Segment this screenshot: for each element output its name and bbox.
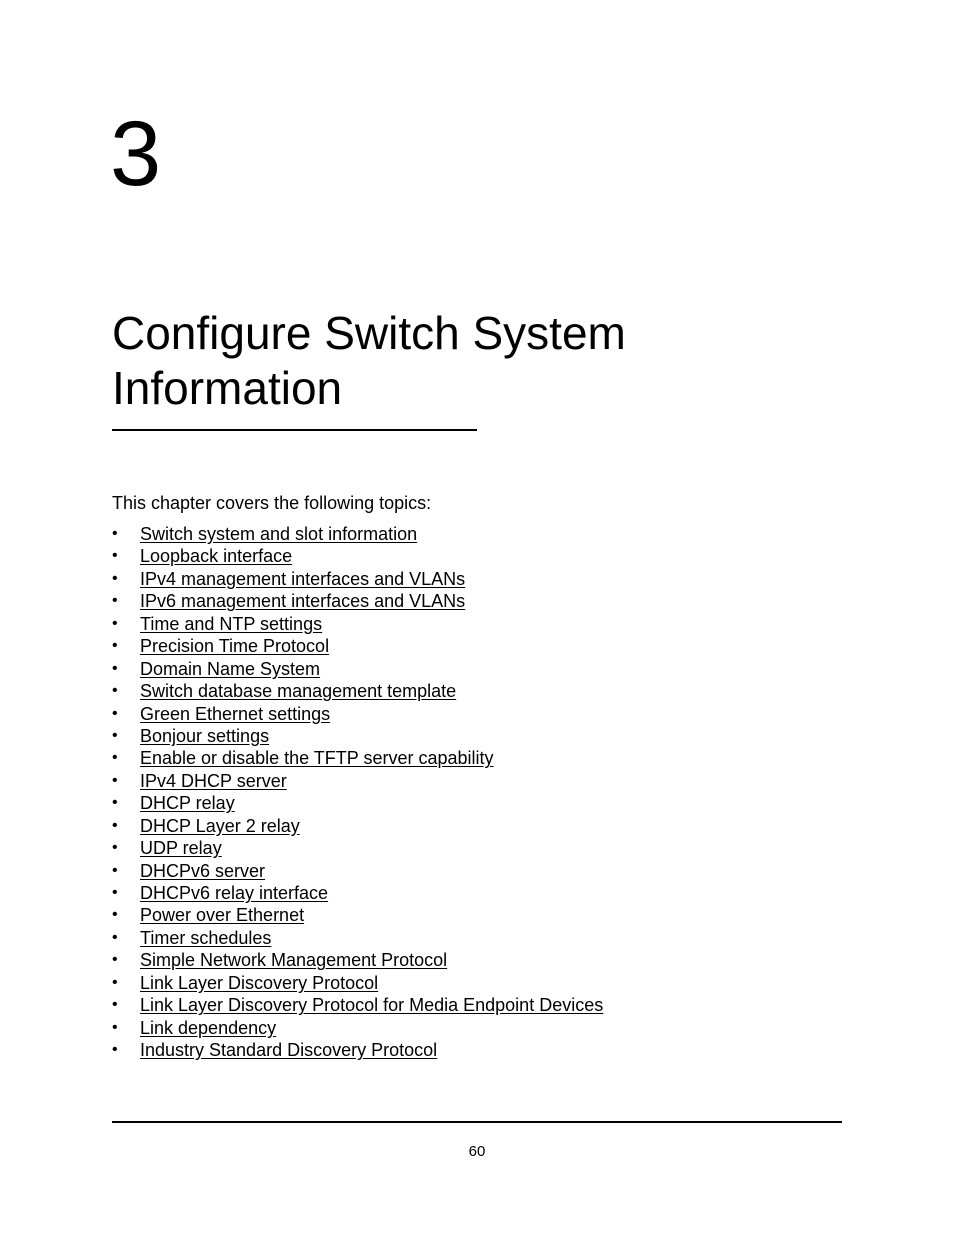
topic-link-poe[interactable]: Power over Ethernet [140, 905, 304, 925]
topic-item: • IPv4 DHCP server [112, 770, 603, 792]
topic-item: • Domain Name System [112, 658, 603, 680]
topic-link-timer-schedules[interactable]: Timer schedules [140, 928, 271, 948]
topic-link-loopback-interface[interactable]: Loopback interface [140, 546, 292, 566]
topic-item: • DHCPv6 relay interface [112, 882, 603, 904]
bullet-icon: • [112, 614, 118, 632]
topic-link-ipv4-dhcp-server[interactable]: IPv4 DHCP server [140, 771, 287, 791]
topic-link-dns[interactable]: Domain Name System [140, 659, 320, 679]
topic-link-ipv6-management[interactable]: IPv6 management interfaces and VLANs [140, 591, 465, 611]
topic-link-dhcp-l2-relay[interactable]: DHCP Layer 2 relay [140, 816, 300, 836]
topic-link-sdm-template[interactable]: Switch database management template [140, 681, 456, 701]
topic-link-lldp-med[interactable]: Link Layer Discovery Protocol for Media … [140, 995, 603, 1015]
topic-link-link-dependency[interactable]: Link dependency [140, 1018, 276, 1038]
topic-item: • Link Layer Discovery Protocol for Media… [112, 994, 603, 1016]
topic-list: • Switch system and slot information • Loo… [112, 523, 603, 1062]
topic-link-dhcp-relay[interactable]: DHCP relay [140, 793, 235, 813]
title-divider [112, 429, 477, 431]
bullet-icon: • [112, 1041, 118, 1059]
topic-link-ipv4-management[interactable]: IPv4 management interfaces and VLANs [140, 569, 465, 589]
bullet-icon: • [112, 928, 118, 946]
topic-link-time-ntp[interactable]: Time and NTP settings [140, 614, 322, 634]
bullet-icon: • [112, 861, 118, 879]
topic-link-green-ethernet[interactable]: Green Ethernet settings [140, 704, 330, 724]
bullet-icon: • [112, 973, 118, 991]
topic-item: • Link Layer Discovery Protocol [112, 972, 603, 994]
topic-link-tftp-server[interactable]: Enable or disable the TFTP server capabi… [140, 748, 494, 768]
bullet-icon: • [112, 547, 118, 565]
bullet-icon: • [112, 816, 118, 834]
bullet-icon: • [112, 569, 118, 587]
footer-divider [112, 1121, 842, 1123]
bullet-icon: • [112, 637, 118, 655]
bullet-icon: • [112, 771, 118, 789]
topic-item: • DHCPv6 server [112, 860, 603, 882]
bullet-icon: • [112, 659, 118, 677]
topic-item: • Link dependency [112, 1017, 603, 1039]
bullet-icon: • [112, 726, 118, 744]
topic-link-isdp[interactable]: Industry Standard Discovery Protocol [140, 1040, 437, 1060]
chapter-title: Configure Switch System Information [112, 307, 626, 414]
topic-item: • Power over Ethernet [112, 904, 603, 926]
bullet-icon: • [112, 906, 118, 924]
topic-item: • Bonjour settings [112, 725, 603, 747]
bullet-icon: • [112, 996, 118, 1014]
bullet-icon: • [112, 1018, 118, 1036]
topic-item: • DHCP relay [112, 792, 603, 814]
bullet-icon: • [112, 525, 118, 542]
topic-item: • Precision Time Protocol [112, 635, 603, 657]
topic-link-bonjour[interactable]: Bonjour settings [140, 726, 269, 746]
topic-link-snmp[interactable]: Simple Network Management Protocol [140, 950, 447, 970]
topic-link-dhcpv6-server[interactable]: DHCPv6 server [140, 861, 265, 881]
topic-link-lldp[interactable]: Link Layer Discovery Protocol [140, 973, 378, 993]
topic-item: • Simple Network Management Protocol [112, 949, 603, 971]
topic-link-switch-system-slot[interactable]: Switch system and slot information [140, 524, 417, 544]
bullet-icon: • [112, 682, 118, 700]
topic-link-ptp[interactable]: Precision Time Protocol [140, 636, 329, 656]
topic-item: • Enable or disable the TFTP server capab… [112, 747, 603, 769]
topic-item: • Timer schedules [112, 927, 603, 949]
topic-link-udp-relay[interactable]: UDP relay [140, 838, 222, 858]
topic-item: • Switch system and slot information [112, 523, 603, 545]
topic-item: • Loopback interface [112, 545, 603, 567]
bullet-icon: • [112, 592, 118, 610]
page-number: 60 [468, 1143, 486, 1160]
topic-item: • Switch database management template [112, 680, 603, 702]
intro-text: This chapter covers the following topics… [112, 493, 432, 513]
topic-link-dhcpv6-relay[interactable]: DHCPv6 relay interface [140, 883, 328, 903]
chapter-number: 3 [110, 103, 162, 205]
topic-item: • Time and NTP settings [112, 613, 603, 635]
bullet-icon: • [112, 794, 118, 812]
bullet-icon: • [112, 839, 118, 857]
topic-item: • Green Ethernet settings [112, 703, 603, 725]
topic-item: • IPv6 management interfaces and VLANs [112, 590, 603, 612]
bullet-icon: • [112, 884, 118, 901]
topic-item: • UDP relay [112, 837, 603, 859]
topic-item: • Industry Standard Discovery Protocol [112, 1039, 603, 1061]
topic-item: • DHCP Layer 2 relay [112, 815, 603, 837]
bullet-icon: • [112, 951, 118, 969]
bullet-icon: • [112, 749, 118, 767]
bullet-icon: • [112, 704, 118, 722]
topic-item: • IPv4 management interfaces and VLANs [112, 568, 603, 590]
